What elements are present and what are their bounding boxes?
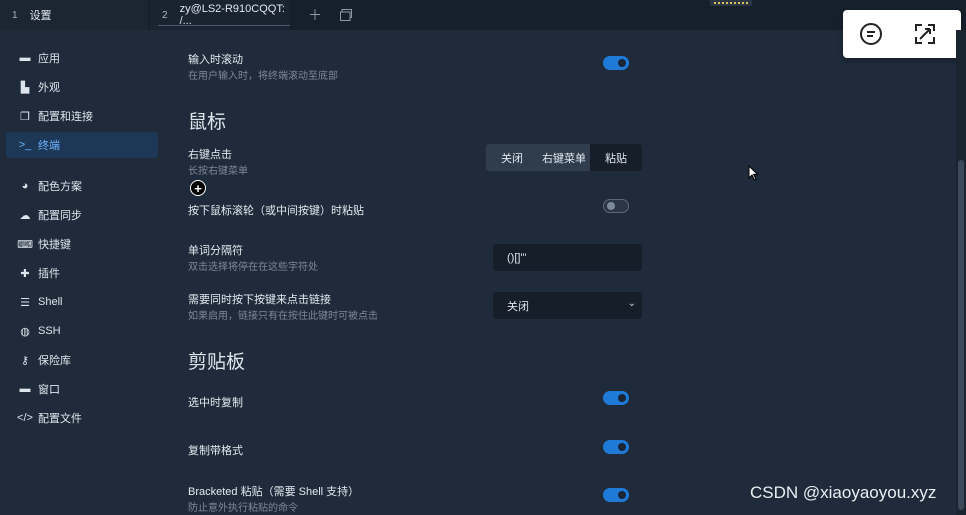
scroll-on-input-desc: 在用户输入时，将终端滚动至底部 bbox=[188, 71, 338, 82]
puzzle-icon: ✚ bbox=[20, 267, 30, 280]
word-separator-desc: 双击选择将停在在这些字符处 bbox=[188, 262, 318, 273]
word-separator-input[interactable]: ()[]'" bbox=[493, 244, 642, 271]
sidebar-item-config-sync[interactable]: ☁ 配置同步 bbox=[6, 202, 158, 228]
sidebar-item-hotkeys[interactable]: ⌨ 快捷键 bbox=[6, 231, 158, 257]
copy-formatting-label: 复制带格式 bbox=[188, 445, 243, 457]
tab-bar: 1 设置 2 zy@LS2-R910CQQT: /... ＋ ⚙ – ▢ ✕ bbox=[0, 0, 966, 30]
sidebar-item-plugins[interactable]: ✚ 插件 bbox=[6, 260, 158, 286]
right-click-label: 右键点击 bbox=[188, 149, 232, 161]
scroll-on-input-toggle[interactable] bbox=[603, 56, 629, 70]
link-modifier-desc: 如果启用，链接只有在按住此键时可被点击 bbox=[188, 311, 378, 322]
vertical-scrollbar[interactable] bbox=[956, 30, 966, 515]
tab-terminal-session[interactable]: 2 zy@LS2-R910CQQT: /... bbox=[150, 0, 290, 30]
terminal-icon: >_ bbox=[18, 139, 32, 151]
right-click-option-menu[interactable]: 右键菜单 bbox=[538, 144, 590, 171]
sidebar-item-label: 外观 bbox=[38, 82, 60, 94]
copy-on-select-toggle[interactable] bbox=[603, 391, 629, 405]
tab-number: 2 bbox=[162, 9, 168, 21]
sidebar-item-label: 窗口 bbox=[38, 384, 60, 396]
palette-icon: ◕ bbox=[21, 180, 29, 192]
split-tab-icon[interactable] bbox=[337, 6, 355, 24]
globe-icon: ◍ bbox=[20, 325, 30, 338]
terminal-settings-panel: 输入时滚动 在用户输入时，将终端滚动至底部 鼠标 右键点击 长按右键菜单 关闭 … bbox=[166, 30, 956, 515]
scrollbar-thumb[interactable] bbox=[958, 160, 964, 510]
scroll-on-input-label: 输入时滚动 bbox=[188, 54, 243, 66]
watermark-text: CSDN @xiaoyaoyou.xyz bbox=[750, 483, 937, 502]
copy-on-select-label: 选中时复制 bbox=[188, 397, 243, 409]
mouse-section-title: 鼠标 bbox=[188, 112, 227, 133]
keyboard-icon: ⌨ bbox=[17, 238, 33, 251]
sidebar-item-label: 保险库 bbox=[38, 355, 71, 367]
link-modifier-value: 关闭 bbox=[507, 300, 529, 313]
sidebar-item-label: 配色方案 bbox=[38, 181, 82, 193]
sidebar-item-label: 配置文件 bbox=[38, 413, 82, 425]
sidebar-item-appearance[interactable]: ▙ 外观 bbox=[6, 74, 158, 100]
brush-icon: ▙ bbox=[20, 81, 30, 94]
bracketed-paste-label: Bracketed 粘贴（需要 Shell 支持） bbox=[188, 486, 360, 498]
sidebar-item-label: SSH bbox=[38, 325, 61, 337]
word-separator-value: ()[]'" bbox=[507, 251, 527, 264]
word-separator-label: 单词分隔符 bbox=[188, 245, 243, 257]
copy-formatting-toggle[interactable] bbox=[603, 440, 629, 454]
right-click-desc: 长按右键菜单 bbox=[188, 166, 248, 177]
right-click-option-paste[interactable]: 粘贴 bbox=[590, 144, 642, 171]
right-click-option-off[interactable]: 关闭 bbox=[486, 144, 538, 171]
tab-number: 1 bbox=[12, 9, 18, 21]
sidebar-item-label: 终端 bbox=[38, 140, 60, 152]
sidebar-item-terminal[interactable]: >_ 终端 bbox=[6, 132, 158, 158]
tab-underline bbox=[158, 25, 290, 26]
window-icon: ▬ bbox=[19, 383, 31, 395]
settings-sidebar: ▬ 应用 ▙ 外观 ❐ 配置和连接 >_ 终端 ◕ 配色方案 ☁ 配置同步 ⌨ 快捷键 ✚ 插件… bbox=[0, 30, 166, 515]
sidebar-item-label: Shell bbox=[38, 296, 63, 308]
middle-click-paste-label: 按下鼠标滚轮（或中间按键）时粘贴 bbox=[188, 205, 364, 217]
sidebar-item-ssh[interactable]: ◍ SSH bbox=[6, 318, 158, 344]
sidebar-item-window[interactable]: ▬ 窗口 bbox=[6, 376, 158, 402]
window-icon: ▬ bbox=[19, 52, 31, 64]
sidebar-item-label: 配置同步 bbox=[38, 210, 82, 222]
new-tab-plus-icon[interactable]: ＋ bbox=[306, 6, 324, 24]
tab-label: 设置 bbox=[29, 10, 52, 22]
middle-click-paste-toggle[interactable] bbox=[603, 199, 629, 213]
sidebar-item-profiles[interactable]: ❐ 配置和连接 bbox=[6, 103, 158, 129]
sidebar-item-label: 配置和连接 bbox=[38, 111, 93, 123]
code-icon: </> bbox=[17, 412, 33, 424]
sidebar-item-label: 应用 bbox=[38, 53, 60, 65]
link-modifier-select[interactable]: 关闭 ⌄ bbox=[493, 292, 642, 319]
chevron-down-icon: ⌄ bbox=[627, 298, 636, 309]
sidebar-item-vault[interactable]: ⚷ 保险库 bbox=[6, 347, 158, 373]
tab-settings[interactable]: 1 设置 bbox=[0, 0, 148, 30]
sidebar-item-shell[interactable]: ☰ Shell bbox=[6, 289, 158, 315]
sidebar-item-color-scheme[interactable]: ◕ 配色方案 bbox=[6, 173, 158, 199]
sidebar-item-label: 快捷键 bbox=[38, 239, 71, 251]
tab-label: zy@LS2-R910CQQT: /... bbox=[179, 3, 285, 27]
sidebar-item-config-file[interactable]: </> 配置文件 bbox=[6, 405, 158, 431]
list-icon: ☰ bbox=[20, 296, 30, 309]
bracketed-paste-toggle[interactable] bbox=[603, 488, 629, 502]
cloud-icon: ☁ bbox=[19, 209, 31, 222]
copy-icon: ❐ bbox=[20, 110, 30, 123]
sidebar-item-label: 插件 bbox=[38, 268, 60, 280]
mouse-pointer-icon bbox=[748, 165, 759, 181]
clipboard-section-title: 剪贴板 bbox=[188, 352, 246, 373]
mouse-cursor-plus-icon: + bbox=[190, 180, 206, 196]
right-click-segmented-control: 关闭 右键菜单 粘贴 bbox=[486, 144, 642, 171]
key-icon: ⚷ bbox=[20, 354, 30, 367]
sidebar-item-app[interactable]: ▬ 应用 bbox=[6, 45, 158, 71]
bracketed-paste-desc: 防止意外执行粘贴的命令 bbox=[188, 503, 298, 514]
activity-indicator bbox=[710, 0, 752, 6]
link-modifier-label: 需要同时按下按键来点击链接 bbox=[188, 294, 331, 306]
